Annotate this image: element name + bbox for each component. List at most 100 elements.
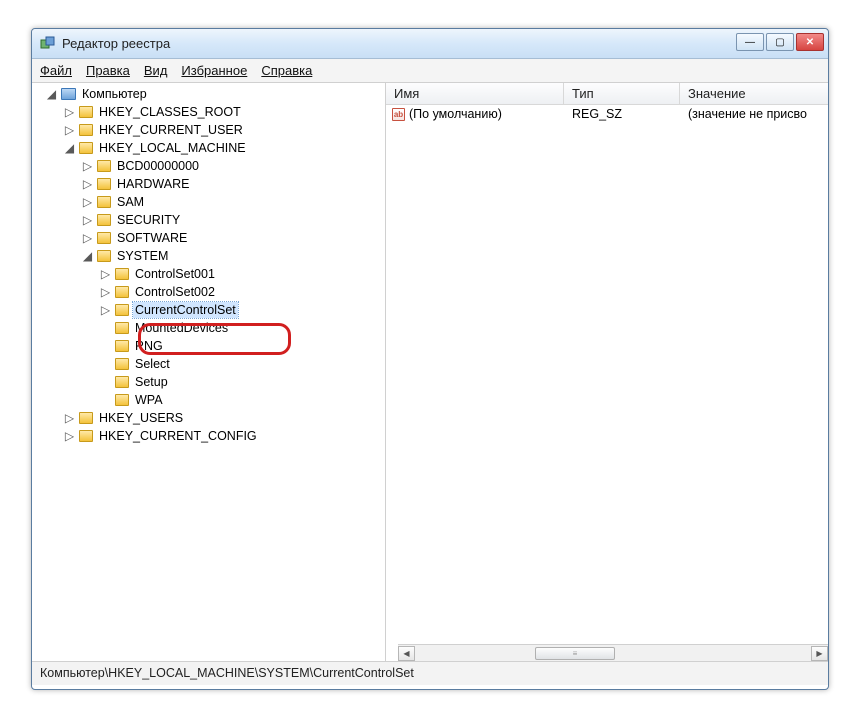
- tree-node-hkcr[interactable]: ▷ HKEY_CLASSES_ROOT: [64, 103, 385, 121]
- folder-icon: [115, 340, 129, 352]
- tree-pane[interactable]: ◢ Компьютер ▷ HKEY_CLASSES_ROOT ▷: [32, 83, 386, 661]
- listview-body[interactable]: ab (По умолчанию) REG_SZ (значение не пр…: [386, 105, 828, 644]
- col-header-name[interactable]: Имя: [386, 83, 564, 104]
- folder-icon: [97, 232, 111, 244]
- tree-label: ControlSet001: [133, 266, 217, 282]
- tree-node-controlset001[interactable]: ▷ ControlSet001: [100, 265, 385, 283]
- titlebar[interactable]: Редактор реестра — ▢ ✕: [32, 29, 828, 59]
- tree-node-hkcc[interactable]: ▷ HKEY_CURRENT_CONFIG: [64, 427, 385, 445]
- tree-node-computer[interactable]: ◢ Компьютер: [46, 85, 385, 103]
- scroll-track[interactable]: ≡: [415, 646, 811, 661]
- maximize-button[interactable]: ▢: [766, 33, 794, 51]
- folder-icon: [79, 412, 93, 424]
- listview-row[interactable]: ab (По умолчанию) REG_SZ (значение не пр…: [386, 105, 828, 123]
- computer-icon: [61, 88, 76, 100]
- folder-icon: [97, 250, 111, 262]
- tree-label: Компьютер: [80, 86, 149, 102]
- tree-node-sam[interactable]: ▷ SAM: [82, 193, 385, 211]
- string-value-icon: ab: [392, 108, 405, 121]
- tree-label: SECURITY: [115, 212, 182, 228]
- expand-icon[interactable]: ▷: [64, 107, 75, 118]
- values-pane: Имя Тип Значение ab (По умолчанию) REG_S…: [386, 83, 828, 661]
- tree-node-currentcontrolset[interactable]: ▷ CurrentControlSet: [100, 301, 385, 319]
- expand-icon[interactable]: ▷: [64, 413, 75, 424]
- tree-node-bcd[interactable]: ▷ BCD00000000: [82, 157, 385, 175]
- tree-node-hku[interactable]: ▷ HKEY_USERS: [64, 409, 385, 427]
- tree-node-rng[interactable]: RNG: [100, 337, 385, 355]
- tree-label: BCD00000000: [115, 158, 201, 174]
- expand-icon[interactable]: ▷: [64, 431, 75, 442]
- tree-node-hardware[interactable]: ▷ HARDWARE: [82, 175, 385, 193]
- scroll-thumb[interactable]: ≡: [535, 647, 615, 660]
- folder-icon: [97, 196, 111, 208]
- tree-label: SAM: [115, 194, 146, 210]
- tree-node-software[interactable]: ▷ SOFTWARE: [82, 229, 385, 247]
- expand-icon[interactable]: ▷: [100, 305, 111, 316]
- menu-view[interactable]: Вид: [144, 63, 168, 78]
- tree-node-hklm[interactable]: ◢ HKEY_LOCAL_MACHINE: [64, 139, 385, 157]
- folder-icon: [97, 160, 111, 172]
- registry-editor-window: Редактор реестра — ▢ ✕ Файл Правка Вид И…: [31, 28, 829, 690]
- collapse-icon[interactable]: ◢: [46, 89, 57, 100]
- window-title: Редактор реестра: [62, 36, 170, 51]
- col-header-value[interactable]: Значение: [680, 83, 828, 104]
- value-name: (По умолчанию): [409, 107, 502, 121]
- tree-node-system[interactable]: ◢ SYSTEM: [82, 247, 385, 265]
- folder-icon: [115, 358, 129, 370]
- tree-label: MountedDevices: [133, 320, 230, 336]
- collapse-icon[interactable]: ◢: [64, 143, 75, 154]
- tree-label: HKEY_USERS: [97, 410, 185, 426]
- tree-node-wpa[interactable]: WPA: [100, 391, 385, 409]
- folder-icon: [115, 394, 129, 406]
- statusbar: Компьютер\HKEY_LOCAL_MACHINE\SYSTEM\Curr…: [32, 661, 828, 685]
- expand-icon[interactable]: ▷: [100, 269, 111, 280]
- scroll-right-button[interactable]: ▶: [811, 646, 828, 661]
- menubar: Файл Правка Вид Избранное Справка: [32, 59, 828, 83]
- tree-node-hkcu[interactable]: ▷ HKEY_CURRENT_USER: [64, 121, 385, 139]
- folder-icon: [115, 322, 129, 334]
- value-data: (значение не присво: [680, 107, 828, 121]
- window-buttons: — ▢ ✕: [736, 33, 824, 51]
- horizontal-scrollbar[interactable]: ◀ ≡ ▶: [398, 644, 828, 661]
- app-icon: [40, 36, 56, 52]
- folder-icon: [79, 430, 93, 442]
- tree-label-selected: CurrentControlSet: [133, 302, 238, 318]
- folder-icon: [97, 214, 111, 226]
- collapse-icon[interactable]: ◢: [82, 251, 93, 262]
- tree-node-mounteddevices[interactable]: MountedDevices: [100, 319, 385, 337]
- folder-icon: [115, 376, 129, 388]
- folder-icon: [79, 124, 93, 136]
- tree-label: WPA: [133, 392, 165, 408]
- tree-node-setup[interactable]: Setup: [100, 373, 385, 391]
- expand-icon[interactable]: ▷: [82, 161, 93, 172]
- listview-header: Имя Тип Значение: [386, 83, 828, 105]
- expand-icon[interactable]: ▷: [82, 215, 93, 226]
- folder-icon: [79, 106, 93, 118]
- tree-label: HKEY_CLASSES_ROOT: [97, 104, 243, 120]
- expand-icon[interactable]: ▷: [82, 197, 93, 208]
- folder-icon: [79, 142, 93, 154]
- tree-label: HKEY_LOCAL_MACHINE: [97, 140, 248, 156]
- tree-node-security[interactable]: ▷ SECURITY: [82, 211, 385, 229]
- tree-label: HKEY_CURRENT_CONFIG: [97, 428, 259, 444]
- col-header-type[interactable]: Тип: [564, 83, 680, 104]
- minimize-button[interactable]: —: [736, 33, 764, 51]
- menu-edit[interactable]: Правка: [86, 63, 130, 78]
- scroll-left-button[interactable]: ◀: [398, 646, 415, 661]
- tree-label: RNG: [133, 338, 165, 354]
- expand-icon[interactable]: ▷: [64, 125, 75, 136]
- folder-icon: [115, 268, 129, 280]
- expand-icon[interactable]: ▷: [82, 233, 93, 244]
- expand-icon[interactable]: ▷: [100, 287, 111, 298]
- statusbar-path: Компьютер\HKEY_LOCAL_MACHINE\SYSTEM\Curr…: [40, 666, 414, 680]
- tree-label: SOFTWARE: [115, 230, 189, 246]
- menu-help[interactable]: Справка: [261, 63, 312, 78]
- menu-favorites[interactable]: Избранное: [181, 63, 247, 78]
- tree-node-controlset002[interactable]: ▷ ControlSet002: [100, 283, 385, 301]
- close-button[interactable]: ✕: [796, 33, 824, 51]
- client-area: ◢ Компьютер ▷ HKEY_CLASSES_ROOT ▷: [32, 83, 828, 661]
- menu-file[interactable]: Файл: [40, 63, 72, 78]
- tree-node-select[interactable]: Select: [100, 355, 385, 373]
- expand-icon[interactable]: ▷: [82, 179, 93, 190]
- tree-label: HKEY_CURRENT_USER: [97, 122, 245, 138]
